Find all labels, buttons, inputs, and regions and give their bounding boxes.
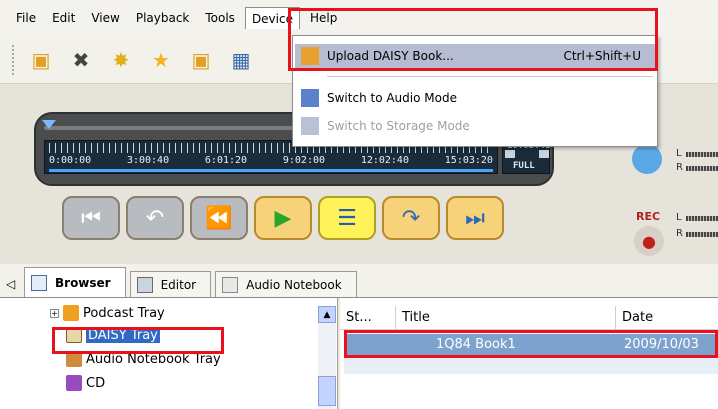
editor-icon (136, 276, 153, 293)
menu-item-label: Switch to Storage Mode (327, 119, 470, 133)
scroll-thumb[interactable] (318, 376, 336, 406)
tab-audio-notebook[interactable]: Audio Notebook (215, 271, 357, 297)
time-label: 3:00:40 (126, 155, 170, 166)
tree-item-podcast[interactable]: + Podcast Tray (50, 302, 165, 324)
rec-meter-right-label: R (676, 228, 683, 239)
rec-meter-left (686, 216, 718, 221)
tree-item-cd[interactable]: CD (66, 372, 105, 394)
time-label: 9:02:00 (282, 155, 326, 166)
forward-button[interactable]: ↷ (382, 196, 440, 240)
menu-item-switch-storage-mode: Switch to Storage Mode (295, 114, 655, 138)
microphone-icon[interactable]: ● (634, 226, 664, 256)
book-icon (66, 327, 82, 343)
menu-item-upload-daisy-book[interactable]: Upload DAISY Book... Ctrl+Shift+U (295, 44, 655, 68)
storage-mode-icon (301, 117, 319, 135)
menu-file[interactable]: File (10, 7, 42, 29)
menubar: File Edit View Playback Tools Device Hel… (0, 0, 718, 36)
speaker-icon[interactable] (632, 144, 662, 174)
play-list-button[interactable]: ☰ (318, 196, 376, 240)
menu-tools[interactable]: Tools (199, 7, 241, 29)
play-meter-right (686, 166, 718, 171)
tree-item-label: CD (86, 375, 106, 391)
menu-edit[interactable]: Edit (46, 7, 81, 29)
next-button[interactable]: ⏭ (446, 196, 504, 240)
menu-item-label: Upload DAISY Book... (327, 49, 454, 63)
rec-meter-right (686, 232, 718, 237)
column-title[interactable]: Title (396, 306, 616, 329)
tree-scrollbar[interactable]: ▲ (318, 306, 336, 409)
menu-item-switch-audio-mode[interactable]: Switch to Audio Mode (295, 86, 655, 110)
table-row[interactable]: 1Q84 Book1 2009/10/03 (344, 334, 718, 356)
scroll-up-icon[interactable]: ▲ (318, 306, 336, 323)
cd-icon (66, 375, 82, 391)
timeline-progress[interactable] (49, 169, 493, 172)
tree-item-audio-notebook[interactable]: Audio Notebook Tray (66, 348, 221, 370)
seek-thumb[interactable] (42, 120, 56, 129)
tree-item-label: Podcast Tray (83, 305, 165, 321)
meter-left-label: L (676, 148, 682, 159)
tab-editor[interactable]: Editor (129, 271, 212, 297)
column-date[interactable]: Date (616, 306, 718, 329)
tray-tree: + Podcast Tray DAISY Tray Audio Notebook… (0, 298, 338, 409)
add-bookmark-icon[interactable]: ✸ (108, 47, 134, 73)
time-label: 6:01:20 (204, 155, 248, 166)
device-icon[interactable]: ▦ (228, 47, 254, 73)
notebook-icon (66, 351, 82, 367)
first-button[interactable]: ⏮ (62, 196, 120, 240)
menu-help[interactable]: Help (304, 7, 343, 29)
menu-item-label: Switch to Audio Mode (327, 91, 457, 105)
rewind-button[interactable]: ⏪ (190, 196, 248, 240)
time-label: 15:03:20 (444, 155, 493, 166)
rec-label: REC (636, 210, 661, 223)
browser-icon (31, 274, 47, 291)
play-button[interactable]: ▶ (254, 196, 312, 240)
list-empty-row (344, 356, 718, 374)
tab-label: Browser (55, 275, 111, 290)
tree-item-daisy[interactable]: DAISY Tray (66, 324, 160, 346)
device-menu-dropdown: Upload DAISY Book... Ctrl+Shift+U Switch… (292, 35, 658, 147)
menu-device[interactable]: Device (244, 7, 300, 29)
speed-arrows (505, 150, 549, 160)
export-icon[interactable]: ▣ (188, 47, 214, 73)
tree-item-label: Audio Notebook Tray (86, 351, 221, 367)
rec-meter-left-label: L (676, 212, 682, 223)
tab-browser[interactable]: Browser (24, 267, 126, 297)
notebook-icon (222, 276, 239, 293)
play-meter-left (686, 152, 718, 157)
cell-status (344, 334, 396, 356)
add-book-icon[interactable]: ▣ (28, 47, 54, 73)
timeline-labels: 0:00:00 3:00:40 6:01:20 9:02:00 12:02:40… (49, 155, 493, 166)
tree-item-label: DAISY Tray (86, 327, 160, 343)
tab-scroll-left-icon[interactable]: ◁ (6, 271, 24, 297)
transport-controls: ⏮ ↶ ⏪ ▶ ☰ ↷ ⏭ (62, 196, 504, 240)
book-list: St... Title Date 1Q84 Book1 2009/10/03 (340, 298, 718, 409)
toolbar-grip[interactable] (12, 44, 16, 75)
speed-up-icon[interactable] (539, 150, 549, 158)
cell-date: 2009/10/03 (624, 337, 699, 352)
back-button[interactable]: ↶ (126, 196, 184, 240)
upload-icon (301, 47, 319, 65)
delete-icon[interactable]: ✖ (68, 47, 94, 73)
list-header: St... Title Date (340, 306, 718, 330)
audio-mode-icon (301, 89, 319, 107)
time-label: 12:02:40 (360, 155, 409, 166)
time-label: 0:00:00 (49, 155, 92, 166)
speed-down-icon[interactable] (505, 150, 515, 158)
tab-strip: ◁ Browser Editor Audio Notebook (0, 264, 718, 298)
tab-label: Audio Notebook (246, 277, 342, 292)
mode-readout: FULL (513, 161, 535, 171)
expand-icon[interactable]: + (50, 308, 59, 318)
podcast-icon (63, 305, 79, 321)
menu-item-shortcut: Ctrl+Shift+U (563, 49, 641, 63)
meter-right-label: R (676, 162, 683, 173)
tab-label: Editor (160, 277, 197, 292)
cell-title: 1Q84 Book1 (436, 337, 516, 352)
menu-separator (327, 76, 653, 77)
favorite-icon[interactable]: ★ (148, 47, 174, 73)
column-status[interactable]: St... (340, 306, 396, 329)
menu-playback[interactable]: Playback (130, 7, 196, 29)
menu-view[interactable]: View (85, 7, 125, 29)
